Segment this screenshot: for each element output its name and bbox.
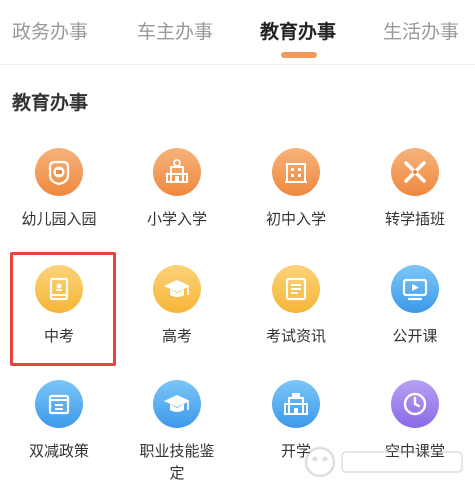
section-title: 教育办事 bbox=[12, 92, 89, 114]
policy-document-icon bbox=[35, 380, 83, 428]
school-building-icon bbox=[272, 148, 320, 196]
school-building-icon bbox=[272, 380, 320, 428]
service-label: 考试资讯 bbox=[265, 327, 326, 345]
service-open-course[interactable]: 公开课 bbox=[356, 265, 474, 375]
service-label: 公开课 bbox=[392, 327, 438, 345]
tab-government-affairs[interactable]: 政务办事 bbox=[12, 17, 88, 47]
service-label: 初中入学 bbox=[265, 210, 326, 228]
service-label: 高考 bbox=[161, 327, 192, 345]
service-middle-school-enrollment[interactable]: 初中入学 bbox=[237, 148, 355, 258]
category-tab-bar: 政务办事 车主办事 教育办事 生活办事 bbox=[0, 0, 475, 65]
service-label: 双减政策 bbox=[28, 442, 89, 460]
graduation-cap-icon bbox=[153, 265, 201, 313]
service-label: 小学入学 bbox=[146, 210, 207, 228]
service-exam-news[interactable]: 考试资讯 bbox=[237, 265, 355, 375]
tab-vehicle-owner-affairs[interactable]: 车主办事 bbox=[137, 17, 213, 47]
kindergarten-badge-icon bbox=[35, 148, 83, 196]
active-tab-indicator bbox=[281, 52, 317, 58]
graduation-cap-icon bbox=[153, 380, 201, 428]
video-play-icon bbox=[391, 265, 439, 313]
service-school-transfer[interactable]: 转学插班 bbox=[356, 148, 474, 258]
tab-education-affairs[interactable]: 教育办事 bbox=[260, 17, 336, 47]
service-label: 幼儿园入园 bbox=[21, 210, 97, 228]
service-label: 职业技能鉴定 bbox=[139, 442, 215, 482]
baidu-jingyan-watermark-icon bbox=[300, 438, 470, 486]
service-primary-school-enrollment[interactable]: 小学入学 bbox=[118, 148, 236, 258]
pencil-ruler-icon bbox=[391, 148, 439, 196]
news-document-icon bbox=[272, 265, 320, 313]
service-college-entrance-exam[interactable]: 高考 bbox=[118, 265, 236, 375]
school-building-icon bbox=[153, 148, 201, 196]
highlight-box bbox=[10, 252, 116, 366]
tab-life-affairs[interactable]: 生活办事 bbox=[383, 17, 459, 47]
service-kindergarten-enrollment[interactable]: 幼儿园入园 bbox=[0, 148, 118, 258]
service-label: 转学插班 bbox=[384, 210, 445, 228]
service-double-reduction-policy[interactable]: 双减政策 bbox=[0, 380, 118, 490]
service-vocational-skill-appraisal[interactable]: 职业技能鉴定 bbox=[118, 380, 236, 490]
clock-icon bbox=[391, 380, 439, 428]
